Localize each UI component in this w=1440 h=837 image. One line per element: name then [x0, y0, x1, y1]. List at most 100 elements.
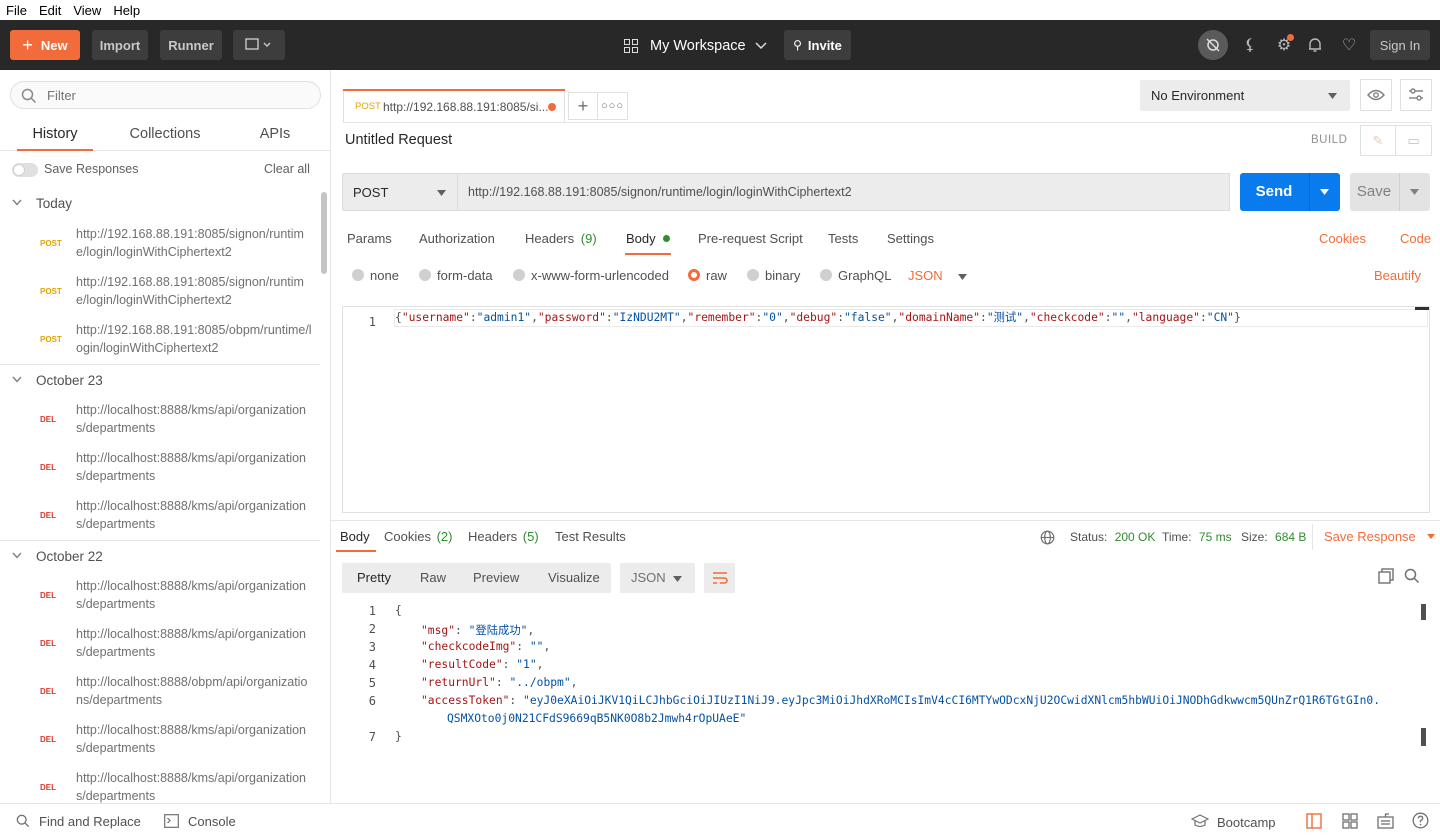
tab-body[interactable]: Body — [626, 231, 671, 246]
sync-off-button[interactable] — [1198, 30, 1228, 60]
url-input[interactable]: http://192.168.88.191:8085/signon/runtim… — [457, 173, 1230, 211]
response-tab-test-results[interactable]: Test Results — [555, 529, 626, 544]
response-tab-headers[interactable]: Headers (5) — [468, 529, 539, 544]
pencil-icon[interactable]: ✎ — [1361, 126, 1397, 155]
plus-icon[interactable]: + — [569, 93, 599, 119]
tab-collections[interactable]: Collections — [110, 126, 220, 142]
new-window-button[interactable] — [233, 30, 285, 60]
history-item[interactable]: DEL http://localhost:8888/kms/api/organiz… — [0, 764, 320, 803]
response-body[interactable]: 1 2 3 4 5 6 7 {"msg": "登陆成功", "checkcodeImg": ""… — [342, 602, 1422, 792]
radio-form-data[interactable] — [419, 269, 431, 281]
save-responses-toggle[interactable] — [12, 163, 38, 177]
manage-environments-button[interactable] — [1400, 79, 1432, 111]
settings-button[interactable]: ⚙ — [1271, 32, 1297, 58]
environment-select[interactable]: No Environment — [1140, 80, 1350, 111]
tab-params[interactable]: Params — [347, 231, 392, 246]
bootcamp-button[interactable]: Bootcamp — [1217, 815, 1276, 830]
heart-icon[interactable]: ♡ — [1336, 32, 1362, 58]
wrap-lines-button[interactable] — [704, 563, 735, 593]
history-item[interactable]: DEL http://localhost:8888/kms/api/organiz… — [0, 716, 320, 764]
request-body-editor[interactable]: 1 {"username":"admin1","password":"IzNDU… — [342, 306, 1430, 513]
two-pane-icon[interactable] — [1306, 813, 1322, 829]
copy-icon[interactable] — [1378, 568, 1394, 587]
method-select[interactable]: POST — [342, 173, 458, 211]
sign-in-button[interactable]: Sign In — [1370, 30, 1430, 60]
history-item[interactable]: DEL http://localhost:8888/kms/api/organiz… — [0, 492, 320, 540]
keyboard-shortcuts-icon[interactable] — [1377, 812, 1394, 829]
filter-input[interactable] — [47, 86, 297, 104]
history-item[interactable]: POST http://192.168.88.191:8085/obpm/runt… — [0, 316, 320, 364]
build-label: BUILD — [1311, 134, 1348, 146]
radio-raw[interactable] — [688, 269, 700, 281]
history-group-header[interactable]: October 23 — [0, 364, 320, 396]
code-token: "username" — [401, 311, 470, 324]
view-visualize[interactable]: Visualize — [548, 570, 600, 585]
response-tab-cookies[interactable]: Cookies (2) — [384, 529, 452, 544]
history-item[interactable]: POST http://192.168.88.191:8085/signon/ru… — [0, 220, 320, 268]
save-button[interactable]: Save — [1350, 173, 1430, 211]
invite-button[interactable]: ⚲ Invite — [784, 30, 851, 60]
help-icon[interactable] — [1412, 812, 1429, 829]
search-icon[interactable] — [1404, 568, 1420, 587]
view-preview[interactable]: Preview — [473, 570, 519, 585]
tab-headers[interactable]: Headers (9) — [525, 231, 597, 246]
menu-file[interactable]: File — [0, 3, 33, 18]
response-scroll-thumb[interactable] — [1421, 728, 1426, 746]
menu-edit[interactable]: Edit — [33, 3, 67, 18]
environment-quick-look-button[interactable] — [1360, 79, 1392, 111]
history-item[interactable]: POST http://192.168.88.191:8085/signon/ru… — [0, 268, 320, 316]
view-raw[interactable]: Raw — [420, 570, 446, 585]
menu-view[interactable]: View — [67, 3, 107, 18]
format-select[interactable]: JSON — [908, 268, 968, 283]
radio-binary[interactable] — [747, 269, 759, 281]
caret-down-icon[interactable] — [1320, 189, 1329, 195]
radio-urlencoded[interactable] — [513, 269, 525, 281]
tab-prerequest-script[interactable]: Pre-request Script — [698, 231, 803, 246]
history-group-title: October 23 — [36, 373, 103, 388]
tab-history[interactable]: History — [0, 126, 110, 142]
clear-all-button[interactable]: Clear all — [264, 162, 310, 176]
history-item[interactable]: DEL http://localhost:8888/kms/api/organiz… — [0, 396, 320, 444]
history-item[interactable]: DEL http://localhost:8888/kms/api/organiz… — [0, 620, 320, 668]
tab-apis[interactable]: APIs — [220, 126, 330, 142]
unsaved-dot — [548, 103, 556, 111]
request-title[interactable]: Untitled Request — [345, 132, 452, 148]
radio-graphql[interactable] — [820, 269, 832, 281]
satellite-icon[interactable]: ⚸ — [1237, 32, 1263, 58]
code-link[interactable]: Code — [1400, 231, 1431, 246]
tab-tests[interactable]: Tests — [828, 231, 858, 246]
view-pretty[interactable]: Pretty — [357, 570, 391, 585]
history-item[interactable]: DEL http://localhost:8888/kms/api/organiz… — [0, 572, 320, 620]
response-format-select[interactable]: JSON — [620, 563, 695, 593]
tab-settings[interactable]: Settings — [887, 231, 934, 246]
history-group-header[interactable]: October 22 — [0, 540, 320, 572]
tab-authorization[interactable]: Authorization — [419, 231, 495, 246]
request-tab[interactable]: POST http://192.168.88.191:8085/si... — [343, 89, 565, 122]
send-button[interactable]: Send — [1240, 173, 1340, 211]
history-item[interactable]: DEL http://localhost:8888/kms/api/organiz… — [0, 444, 320, 492]
save-response-button[interactable]: Save Response — [1324, 529, 1436, 544]
beautify-link[interactable]: Beautify — [1374, 268, 1421, 283]
response-tab-body[interactable]: Body — [340, 529, 370, 544]
more-icon[interactable]: ○○○ — [598, 93, 627, 119]
runner-button[interactable]: Runner — [160, 30, 222, 60]
comment-icon[interactable]: ▭ — [1396, 126, 1431, 155]
sidebar-scrollbar[interactable] — [321, 192, 327, 274]
browse-icon[interactable] — [1342, 813, 1358, 829]
import-button[interactable]: Import — [92, 30, 148, 60]
notification-dot — [1287, 34, 1294, 41]
caret-down-icon[interactable] — [1410, 189, 1419, 195]
new-button[interactable]: + New — [10, 30, 80, 60]
menu-help[interactable]: Help — [107, 3, 146, 18]
cookies-link[interactable]: Cookies — [1319, 231, 1366, 246]
response-code-line: "returnUrl": "../obpm", — [421, 676, 578, 689]
globe-icon[interactable] — [1040, 530, 1055, 545]
bell-icon[interactable] — [1302, 32, 1328, 58]
find-replace-button[interactable]: Find and Replace — [39, 814, 141, 829]
console-button[interactable]: Console — [188, 814, 236, 829]
filter-box[interactable] — [10, 81, 321, 109]
history-item[interactable]: DEL http://localhost:8888/obpm/api/organi… — [0, 668, 320, 716]
radio-none[interactable] — [352, 269, 364, 281]
workspace-switcher[interactable]: My Workspace — [624, 36, 767, 56]
history-group-header[interactable]: Today — [0, 188, 320, 220]
